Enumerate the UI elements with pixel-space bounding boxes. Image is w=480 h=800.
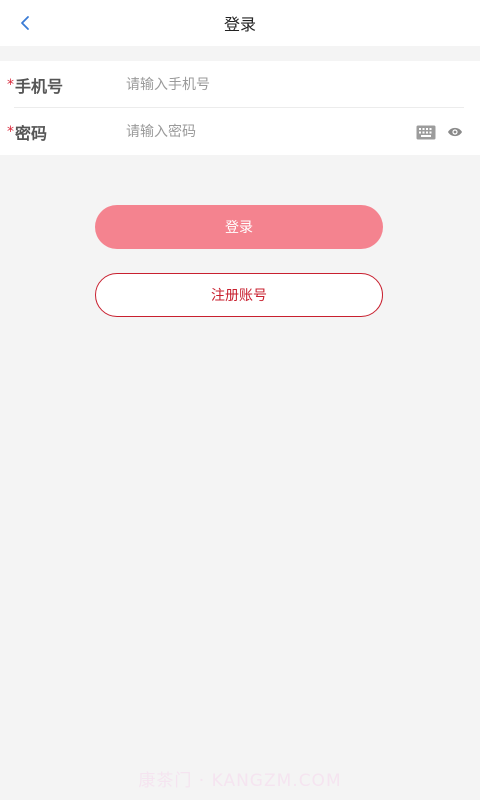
back-button[interactable]: [10, 8, 40, 38]
phone-label: * 手机号: [7, 73, 63, 97]
register-button[interactable]: 注册账号: [95, 273, 383, 317]
password-row: * 密码: [0, 108, 480, 155]
eye-icon[interactable]: [447, 126, 463, 138]
phone-row: * 手机号: [0, 61, 480, 108]
page-title: 登录: [223, 15, 256, 34]
password-label: * 密码: [7, 120, 47, 144]
login-button[interactable]: 登录: [95, 205, 383, 249]
login-form: * 手机号 * 密码: [0, 61, 480, 155]
keyboard-icon[interactable]: [416, 125, 436, 140]
login-page: 登录 * 手机号 * 密码: [0, 0, 480, 800]
password-label-text: 密码: [15, 123, 48, 143]
back-arrow-icon: [21, 16, 29, 30]
watermark: 康茶门 · KANGZM.COM: [138, 771, 342, 791]
header-bar: 登录: [0, 0, 480, 46]
phone-input[interactable]: [126, 69, 396, 100]
phone-label-text: 手机号: [15, 76, 64, 96]
required-mark: *: [7, 123, 14, 140]
required-mark: *: [7, 76, 14, 93]
password-input[interactable]: [126, 116, 396, 147]
